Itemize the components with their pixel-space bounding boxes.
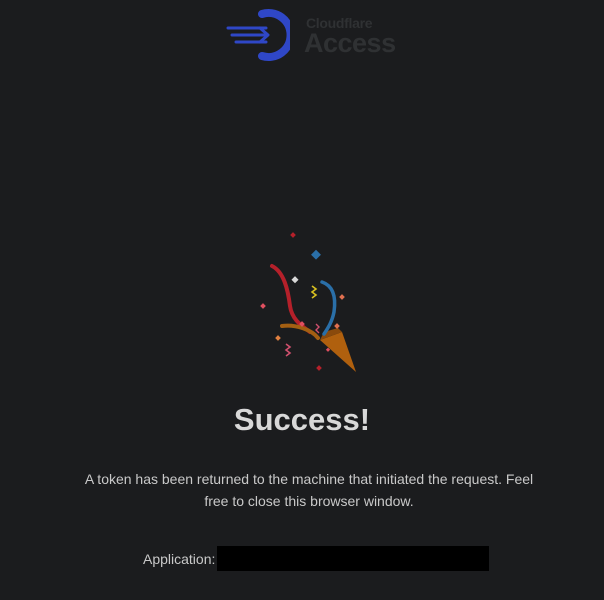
page-title: Success! [233, 402, 371, 437]
page: Cloudflare Access Success! A token has b… [0, 0, 604, 600]
logo-text-access: Access [304, 28, 396, 58]
application-row: Application: [143, 546, 490, 571]
cloudflare-access-logo-icon [226, 9, 290, 61]
party-popper-icon [260, 232, 356, 372]
success-message: A token has been returned to the machine… [84, 471, 534, 509]
application-label: Application: [143, 550, 216, 567]
cloudflare-access-logo: Cloudflare Access [226, 8, 396, 62]
application-value-redacted [217, 546, 490, 571]
